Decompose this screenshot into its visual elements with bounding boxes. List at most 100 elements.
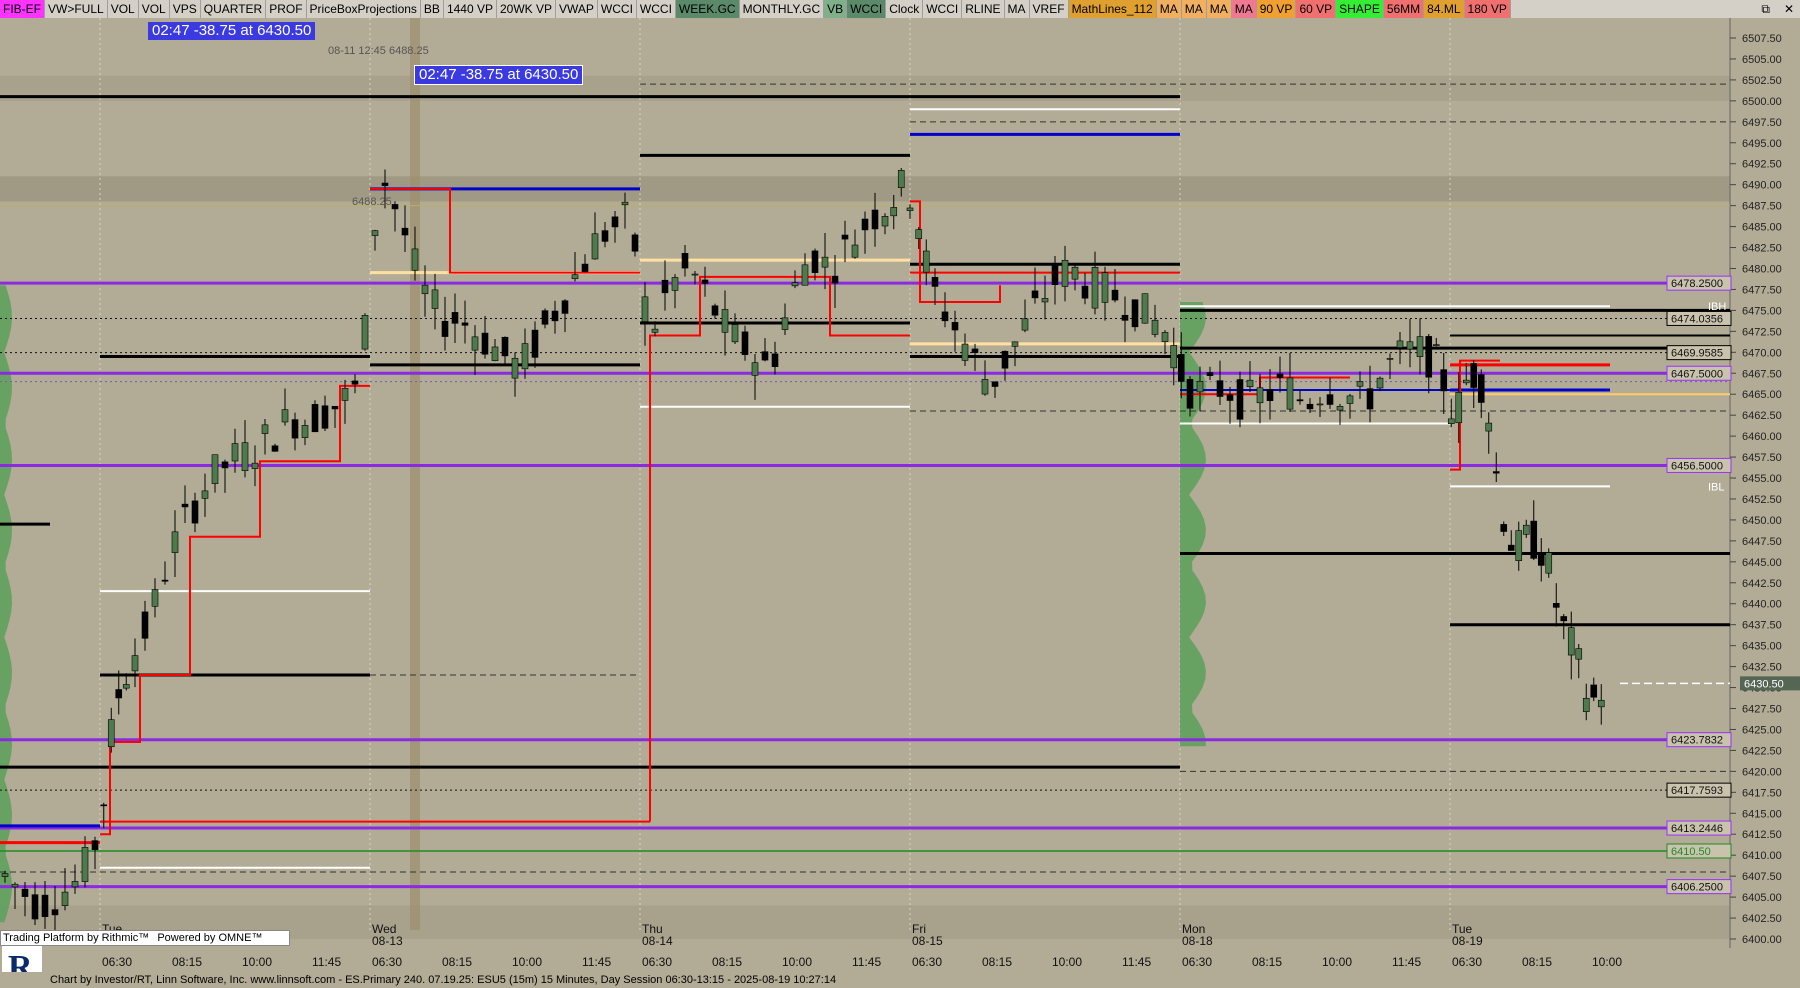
toolbar-button-vref[interactable]: VREF (1029, 0, 1069, 18)
candle-body (922, 250, 930, 273)
y-tick-label: 6492.50 (1742, 159, 1782, 171)
candle-body (1455, 392, 1463, 424)
toolbar-button-vol[interactable]: VOL (107, 0, 139, 18)
toolbar-button-priceboxprojections[interactable]: PriceBoxProjections (306, 0, 421, 18)
toolbar-button-ma[interactable]: MA (1156, 0, 1182, 18)
toolbar-button-monthly-gc[interactable]: MONTHLY.GC (739, 0, 825, 18)
price-chart[interactable]: 6507.50 6505.00 6502.50 6500.00 6497.50 6495.… (0, 18, 1800, 972)
y-tick-label: 6455.00 (1742, 473, 1782, 485)
toolbar-button-quarter[interactable]: QUARTER (200, 0, 267, 18)
y-tick-label: 6480.00 (1742, 263, 1782, 275)
toolbar-button-20wk-vp[interactable]: 20WK VP (496, 0, 557, 18)
x-tick-label: 08:15 (172, 955, 202, 969)
candle-body (931, 276, 939, 287)
candle-body (531, 329, 539, 358)
toolbar-button-wcci[interactable]: WCCI (847, 0, 887, 18)
toolbar-button-ma[interactable]: MA (1181, 0, 1207, 18)
candle-body (851, 244, 859, 258)
candle-body (641, 296, 649, 322)
y-tick-label: 6412.50 (1742, 829, 1782, 841)
candle-body (991, 381, 999, 387)
toolbar-button-wcci[interactable]: WCCI (636, 0, 676, 18)
x-tick-label: 10:00 (782, 955, 812, 969)
candle-body (841, 234, 849, 240)
candle-body (1141, 293, 1149, 324)
toolbar-button-shape[interactable]: SHAPE (1336, 0, 1384, 18)
candle-body (1406, 341, 1414, 350)
y-tick-label: 6415.00 (1742, 808, 1782, 820)
toolbar-button-rline[interactable]: RLINE (962, 0, 1005, 18)
toolbar-button-vol[interactable]: VOL (138, 0, 170, 18)
candle-body (551, 310, 559, 322)
candle-body (890, 207, 898, 217)
candle-body (941, 311, 949, 322)
x-tick-label: 10:00 (242, 955, 272, 969)
level-tag-label: 6469.9585 (1671, 348, 1723, 360)
toolbar-button-56mm[interactable]: 56MM (1383, 0, 1425, 18)
candle-body (611, 216, 619, 228)
candle-body (1485, 422, 1493, 432)
candle-body (741, 331, 749, 355)
toolbar-button-week-gc[interactable]: WEEK.GC (675, 0, 740, 18)
candle-body (691, 273, 699, 276)
candle-body (1, 873, 9, 877)
close-icon[interactable]: ✕ (1784, 0, 1794, 18)
candle-body (1186, 379, 1194, 409)
toolbar-button-ma[interactable]: MA (1231, 0, 1257, 18)
candle-body (100, 804, 108, 807)
candle-body (461, 322, 469, 326)
toolbar-button-ma[interactable]: MA (1004, 0, 1030, 18)
y-tick-label: 6497.50 (1742, 117, 1782, 129)
y-tick-label: 6460.00 (1742, 431, 1782, 443)
toolbar-button-bb[interactable]: BB (420, 0, 444, 18)
candle-body (491, 346, 499, 361)
candle-body (141, 611, 149, 639)
toolbar-button-wcci[interactable]: WCCI (923, 0, 963, 18)
candle-body (1326, 394, 1334, 405)
toolbar-button-180-vp[interactable]: 180 VP (1464, 0, 1511, 18)
toolbar-button-mathlines-112[interactable]: MathLines_112 (1068, 0, 1157, 18)
candle-body (1597, 699, 1605, 708)
toolbar-button-wcci[interactable]: WCCI (597, 0, 637, 18)
candle-body (1196, 380, 1204, 393)
y-tick-label: 6422.50 (1742, 745, 1782, 757)
candle-body (411, 248, 419, 271)
toolbar-button-60-vp[interactable]: 60 VP (1296, 0, 1337, 18)
level-tag-label: 6410.50 (1671, 846, 1711, 858)
y-tick-label: 6410.00 (1742, 850, 1782, 862)
candle-body (1161, 332, 1169, 342)
candle-body (781, 317, 789, 330)
candle-body (122, 684, 130, 689)
candle-body (261, 424, 269, 434)
toolbar-button-clock[interactable]: Clock (886, 0, 924, 18)
x-tick-label: 10:00 (512, 955, 542, 969)
candle-body (1500, 524, 1508, 532)
day-date-label: 08-19 (1452, 934, 1483, 948)
toolbar-button-vw-full[interactable]: VW>FULL (45, 0, 108, 18)
candle-body (161, 579, 169, 582)
y-tick-label: 6442.50 (1742, 578, 1782, 590)
candle-body (651, 328, 659, 333)
candle-body (1071, 266, 1079, 280)
candle-body (1425, 336, 1433, 378)
restore-icon[interactable]: ⧉ (1761, 0, 1770, 18)
candle-body (1306, 403, 1314, 410)
toolbar-button-vps[interactable]: VPS (169, 0, 201, 18)
level-tag-label: 6456.5000 (1671, 460, 1723, 472)
toolbar-button-ma[interactable]: MA (1206, 0, 1232, 18)
toolbar-button-fib-ef[interactable]: FIB-EF (0, 0, 45, 18)
toolbar-button-prof[interactable]: PROF (266, 0, 307, 18)
candle-body (1356, 381, 1364, 387)
x-tick-label: 08:15 (1522, 955, 1552, 969)
day-date-label: 08-18 (1182, 934, 1213, 948)
candle-body (381, 182, 389, 186)
toolbar-button-84-ml[interactable]: 84.ML (1424, 0, 1465, 18)
toolbar-button-vwap[interactable]: VWAP (556, 0, 598, 18)
left-level-label: 6488.25 (352, 196, 392, 208)
y-tick-label: 6400.00 (1742, 934, 1782, 946)
x-tick-label: 06:30 (102, 955, 132, 969)
toolbar-button-vb[interactable]: VB (824, 0, 848, 18)
toolbar-button-90-vp[interactable]: 90 VP (1256, 0, 1297, 18)
toolbar-button-1440-vp[interactable]: 1440 VP (443, 0, 497, 18)
y-tick-label: 6465.00 (1742, 389, 1782, 401)
